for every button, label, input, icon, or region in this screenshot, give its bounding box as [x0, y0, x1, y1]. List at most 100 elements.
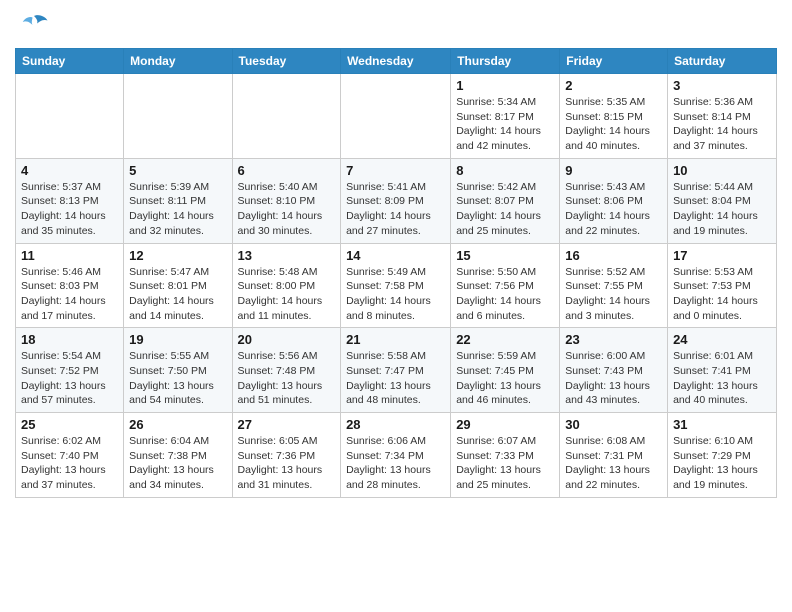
day-number: 10 — [673, 163, 771, 178]
day-number: 27 — [238, 417, 336, 432]
week-row-5: 25 Sunrise: 6:02 AMSunset: 7:40 PMDayligh… — [16, 413, 777, 498]
day-number: 25 — [21, 417, 118, 432]
day-cell-9: 9 Sunrise: 5:43 AMSunset: 8:06 PMDaylight… — [560, 158, 668, 243]
day-info: Sunrise: 6:10 AMSunset: 7:29 PMDaylight:… — [673, 434, 771, 493]
day-cell-empty — [124, 74, 232, 159]
day-cell-24: 24 Sunrise: 6:01 AMSunset: 7:41 PMDayligh… — [668, 328, 777, 413]
day-number: 13 — [238, 248, 336, 263]
col-header-thursday: Thursday — [451, 49, 560, 74]
day-number: 18 — [21, 332, 118, 347]
day-cell-16: 16Sunrise: 5:52 AMSunset: 7:55 PMDayligh… — [560, 243, 668, 328]
day-cell-empty — [16, 74, 124, 159]
col-header-sunday: Sunday — [16, 49, 124, 74]
day-cell-18: 18 Sunrise: 5:54 AMSunset: 7:52 PMDayligh… — [16, 328, 124, 413]
day-number: 9 — [565, 163, 662, 178]
day-info: Sunrise: 5:37 AMSunset: 8:13 PMDaylight:… — [21, 180, 118, 239]
day-number: 21 — [346, 332, 445, 347]
day-info: Sunrise: 6:06 AMSunset: 7:34 PMDaylight:… — [346, 434, 445, 493]
day-cell-14: 14 Sunrise: 5:49 AMSunset: 7:58 PMDayligh… — [341, 243, 451, 328]
day-info: Sunrise: 5:46 AMSunset: 8:03 PMDaylight:… — [21, 265, 118, 324]
col-header-wednesday: Wednesday — [341, 49, 451, 74]
day-number: 7 — [346, 163, 445, 178]
day-cell-8: 8Sunrise: 5:42 AMSunset: 8:07 PMDaylight… — [451, 158, 560, 243]
day-cell-17: 17 Sunrise: 5:53 AMSunset: 7:53 PMDayligh… — [668, 243, 777, 328]
col-header-tuesday: Tuesday — [232, 49, 341, 74]
day-info: Sunrise: 6:05 AMSunset: 7:36 PMDaylight:… — [238, 434, 336, 493]
day-cell-1: 1 Sunrise: 5:34 AMSunset: 8:17 PMDaylight… — [451, 74, 560, 159]
col-header-monday: Monday — [124, 49, 232, 74]
day-cell-29: 29Sunrise: 6:07 AMSunset: 7:33 PMDayligh… — [451, 413, 560, 498]
day-info: Sunrise: 5:54 AMSunset: 7:52 PMDaylight:… — [21, 349, 118, 408]
logo-bird-icon — [19, 10, 49, 40]
day-info: Sunrise: 5:42 AMSunset: 8:07 PMDaylight:… — [456, 180, 554, 239]
day-info: Sunrise: 5:59 AMSunset: 7:45 PMDaylight:… — [456, 349, 554, 408]
day-cell-4: 4Sunrise: 5:37 AMSunset: 8:13 PMDaylight… — [16, 158, 124, 243]
day-cell-31: 31 Sunrise: 6:10 AMSunset: 7:29 PMDayligh… — [668, 413, 777, 498]
day-info: Sunrise: 5:40 AMSunset: 8:10 PMDaylight:… — [238, 180, 336, 239]
logo — [15, 10, 49, 40]
day-number: 16 — [565, 248, 662, 263]
day-cell-10: 10 Sunrise: 5:44 AMSunset: 8:04 PMDayligh… — [668, 158, 777, 243]
day-cell-7: 7 Sunrise: 5:41 AMSunset: 8:09 PMDaylight… — [341, 158, 451, 243]
day-number: 23 — [565, 332, 662, 347]
day-number: 20 — [238, 332, 336, 347]
week-row-4: 18 Sunrise: 5:54 AMSunset: 7:52 PMDayligh… — [16, 328, 777, 413]
day-info: Sunrise: 5:58 AMSunset: 7:47 PMDaylight:… — [346, 349, 445, 408]
col-header-friday: Friday — [560, 49, 668, 74]
day-number: 12 — [129, 248, 226, 263]
day-cell-19: 19 Sunrise: 5:55 AMSunset: 7:50 PMDayligh… — [124, 328, 232, 413]
day-info: Sunrise: 5:44 AMSunset: 8:04 PMDaylight:… — [673, 180, 771, 239]
day-cell-6: 6 Sunrise: 5:40 AMSunset: 8:10 PMDaylight… — [232, 158, 341, 243]
day-number: 2 — [565, 78, 662, 93]
day-info: Sunrise: 5:39 AMSunset: 8:11 PMDaylight:… — [129, 180, 226, 239]
day-cell-5: 5 Sunrise: 5:39 AMSunset: 8:11 PMDaylight… — [124, 158, 232, 243]
page-header — [15, 10, 777, 40]
day-info: Sunrise: 6:01 AMSunset: 7:41 PMDaylight:… — [673, 349, 771, 408]
day-cell-21: 21 Sunrise: 5:58 AMSunset: 7:47 PMDayligh… — [341, 328, 451, 413]
day-info: Sunrise: 5:49 AMSunset: 7:58 PMDaylight:… — [346, 265, 445, 324]
day-cell-12: 12Sunrise: 5:47 AMSunset: 8:01 PMDayligh… — [124, 243, 232, 328]
day-number: 15 — [456, 248, 554, 263]
day-info: Sunrise: 5:36 AMSunset: 8:14 PMDaylight:… — [673, 95, 771, 154]
day-number: 28 — [346, 417, 445, 432]
day-number: 26 — [129, 417, 226, 432]
day-number: 24 — [673, 332, 771, 347]
day-info: Sunrise: 5:34 AMSunset: 8:17 PMDaylight:… — [456, 95, 554, 154]
day-info: Sunrise: 5:41 AMSunset: 8:09 PMDaylight:… — [346, 180, 445, 239]
day-number: 17 — [673, 248, 771, 263]
day-cell-13: 13 Sunrise: 5:48 AMSunset: 8:00 PMDayligh… — [232, 243, 341, 328]
day-number: 1 — [456, 78, 554, 93]
day-cell-23: 23 Sunrise: 6:00 AMSunset: 7:43 PMDayligh… — [560, 328, 668, 413]
day-info: Sunrise: 5:55 AMSunset: 7:50 PMDaylight:… — [129, 349, 226, 408]
day-info: Sunrise: 5:43 AMSunset: 8:06 PMDaylight:… — [565, 180, 662, 239]
week-row-3: 11 Sunrise: 5:46 AMSunset: 8:03 PMDayligh… — [16, 243, 777, 328]
day-cell-2: 2Sunrise: 5:35 AMSunset: 8:15 PMDaylight… — [560, 74, 668, 159]
day-info: Sunrise: 6:08 AMSunset: 7:31 PMDaylight:… — [565, 434, 662, 493]
day-info: Sunrise: 5:56 AMSunset: 7:48 PMDaylight:… — [238, 349, 336, 408]
day-cell-15: 15Sunrise: 5:50 AMSunset: 7:56 PMDayligh… — [451, 243, 560, 328]
day-info: Sunrise: 6:07 AMSunset: 7:33 PMDaylight:… — [456, 434, 554, 493]
day-info: Sunrise: 6:04 AMSunset: 7:38 PMDaylight:… — [129, 434, 226, 493]
day-number: 3 — [673, 78, 771, 93]
day-info: Sunrise: 5:48 AMSunset: 8:00 PMDaylight:… — [238, 265, 336, 324]
day-cell-30: 30 Sunrise: 6:08 AMSunset: 7:31 PMDayligh… — [560, 413, 668, 498]
day-number: 5 — [129, 163, 226, 178]
week-row-1: 1 Sunrise: 5:34 AMSunset: 8:17 PMDaylight… — [16, 74, 777, 159]
day-number: 30 — [565, 417, 662, 432]
day-cell-20: 20 Sunrise: 5:56 AMSunset: 7:48 PMDayligh… — [232, 328, 341, 413]
day-info: Sunrise: 6:00 AMSunset: 7:43 PMDaylight:… — [565, 349, 662, 408]
day-number: 6 — [238, 163, 336, 178]
day-number: 19 — [129, 332, 226, 347]
day-cell-27: 27 Sunrise: 6:05 AMSunset: 7:36 PMDayligh… — [232, 413, 341, 498]
day-number: 31 — [673, 417, 771, 432]
day-cell-empty — [232, 74, 341, 159]
day-info: Sunrise: 5:53 AMSunset: 7:53 PMDaylight:… — [673, 265, 771, 324]
day-info: Sunrise: 6:02 AMSunset: 7:40 PMDaylight:… — [21, 434, 118, 493]
day-number: 11 — [21, 248, 118, 263]
day-cell-3: 3 Sunrise: 5:36 AMSunset: 8:14 PMDaylight… — [668, 74, 777, 159]
col-header-saturday: Saturday — [668, 49, 777, 74]
day-cell-28: 28 Sunrise: 6:06 AMSunset: 7:34 PMDayligh… — [341, 413, 451, 498]
day-cell-11: 11 Sunrise: 5:46 AMSunset: 8:03 PMDayligh… — [16, 243, 124, 328]
day-number: 14 — [346, 248, 445, 263]
header-row: SundayMondayTuesdayWednesdayThursdayFrid… — [16, 49, 777, 74]
